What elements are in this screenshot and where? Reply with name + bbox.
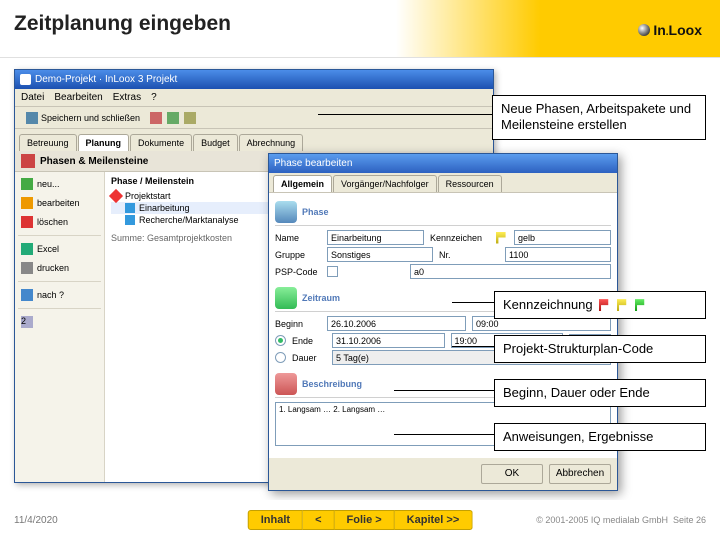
phase-icon bbox=[125, 203, 135, 213]
plus-icon bbox=[21, 178, 33, 190]
nav-folie[interactable]: Folie > bbox=[335, 510, 395, 530]
group-beschreibung: Beschreibung bbox=[302, 379, 362, 389]
tool-icon-3[interactable] bbox=[184, 112, 196, 124]
menu-edit[interactable]: Bearbeiten bbox=[54, 92, 102, 103]
cancel-button[interactable]: Abbrechen bbox=[549, 464, 611, 484]
milestone-icon bbox=[109, 189, 123, 203]
dauer-radio[interactable] bbox=[275, 352, 286, 363]
psp-input[interactable]: a0 bbox=[410, 264, 611, 279]
menu-help[interactable]: ? bbox=[151, 92, 157, 103]
nr-input[interactable]: 1100 bbox=[505, 247, 611, 262]
gruppe-select[interactable]: Sonstiges bbox=[327, 247, 433, 262]
new-button[interactable]: neu... bbox=[18, 176, 101, 192]
slide-title: Zeitplanung eingeben bbox=[0, 0, 720, 36]
flag-red-icon bbox=[599, 299, 611, 311]
print-button[interactable]: drucken bbox=[18, 260, 101, 276]
toolbar: Speichern und schließen bbox=[15, 107, 493, 129]
save-icon bbox=[26, 112, 38, 124]
side-actions: neu... bearbeiten löschen Excel drucken … bbox=[15, 172, 105, 482]
app-icon bbox=[20, 74, 31, 85]
label-dauer: Dauer bbox=[292, 353, 326, 363]
tab-strip: Betreuung Planung Dokumente Budget Abrec… bbox=[15, 129, 493, 151]
tab-ressourcen[interactable]: Ressourcen bbox=[438, 175, 502, 192]
menu-file[interactable]: Datei bbox=[21, 92, 44, 103]
leader-line bbox=[394, 390, 498, 391]
tool-icon-2[interactable] bbox=[167, 112, 179, 124]
beginn-date-input[interactable]: 26.10.2006 bbox=[327, 316, 466, 331]
tab-planung[interactable]: Planung bbox=[78, 134, 130, 151]
app-titlebar[interactable]: Demo-Projekt · InLoox 3 Projekt bbox=[15, 70, 493, 89]
num-icon: 2 bbox=[21, 316, 33, 328]
logo: In.Loox bbox=[638, 22, 702, 38]
logo-dot-icon bbox=[638, 24, 650, 36]
callout-new: Neue Phasen, Arbeitspakete und Meilenste… bbox=[492, 95, 706, 140]
zeitraum-group-icon bbox=[275, 287, 297, 309]
excel-icon bbox=[21, 243, 33, 255]
nav-prev[interactable]: < bbox=[303, 510, 334, 530]
pencil-icon bbox=[21, 197, 33, 209]
footer-copyright: © 2001-2005 IQ medialab GmbH Seite 26 bbox=[536, 515, 706, 525]
label-psp: PSP-Code bbox=[275, 267, 321, 277]
ende-radio[interactable] bbox=[275, 335, 286, 346]
callout-anweisungen: Anweisungen, Ergebnisse bbox=[494, 423, 706, 451]
pref-button[interactable]: nach ? bbox=[18, 287, 101, 303]
flag-icon bbox=[496, 232, 508, 244]
kennzeichen-select[interactable]: gelb bbox=[514, 230, 611, 245]
callout-psp: Projekt-Strukturplan-Code bbox=[494, 335, 706, 363]
save-close-button[interactable]: Speichern und schließen bbox=[21, 110, 145, 126]
tab-allgemein[interactable]: Allgemein bbox=[273, 175, 332, 192]
phase-group-icon bbox=[275, 201, 297, 223]
menu-extras[interactable]: Extras bbox=[113, 92, 141, 103]
label-beginn: Beginn bbox=[275, 319, 321, 329]
leader-line bbox=[452, 302, 498, 303]
tab-vorgaenger[interactable]: Vorgänger/Nachfolger bbox=[333, 175, 437, 192]
edit-button[interactable]: bearbeiten bbox=[18, 195, 101, 211]
group-zeitraum: Zeitraum bbox=[302, 293, 340, 303]
flag-green-icon bbox=[635, 299, 647, 311]
label-name: Name bbox=[275, 233, 321, 243]
tab-dokumente[interactable]: Dokumente bbox=[130, 134, 192, 151]
footer-date: 11/4/2020 bbox=[14, 515, 58, 526]
group-phase: Phase bbox=[302, 207, 329, 217]
name-input[interactable]: Einarbeitung bbox=[327, 230, 424, 245]
leader-line bbox=[452, 346, 498, 347]
leader-line bbox=[318, 114, 498, 115]
beschreibung-group-icon bbox=[275, 373, 297, 395]
dialog-titlebar[interactable]: Phase bearbeiten bbox=[269, 154, 617, 173]
leader-line bbox=[394, 434, 498, 435]
dialog-tabs: Allgemein Vorgänger/Nachfolger Ressource… bbox=[269, 173, 617, 193]
flag-yellow-icon bbox=[617, 299, 629, 311]
psp-checkbox[interactable] bbox=[327, 266, 338, 277]
tab-betreuung[interactable]: Betreuung bbox=[19, 134, 77, 151]
ok-button[interactable]: OK bbox=[481, 464, 543, 484]
app-title: Demo-Projekt · InLoox 3 Projekt bbox=[35, 74, 177, 85]
print-icon bbox=[21, 262, 33, 274]
tab-abrechnung[interactable]: Abrechnung bbox=[239, 134, 304, 151]
tool-icon-1[interactable] bbox=[150, 112, 162, 124]
nav-inhalt[interactable]: Inhalt bbox=[248, 510, 303, 530]
menubar: Datei Bearbeiten Extras ? bbox=[15, 89, 493, 107]
excel-button[interactable]: Excel bbox=[18, 241, 101, 257]
ende-date-input[interactable]: 31.10.2006 bbox=[332, 333, 445, 348]
arrow-icon bbox=[21, 289, 33, 301]
delete-button[interactable]: löschen bbox=[18, 214, 101, 230]
callout-beginn: Beginn, Dauer oder Ende bbox=[494, 379, 706, 407]
phase-icon bbox=[125, 215, 135, 225]
callout-kennzeichnung: Kennzeichnung bbox=[494, 291, 706, 319]
label-kennzeichen: Kennzeichen bbox=[430, 233, 490, 243]
dialog-title: Phase bearbeiten bbox=[274, 158, 352, 169]
label-gruppe: Gruppe bbox=[275, 250, 321, 260]
label-ende: Ende bbox=[292, 336, 326, 346]
delete-icon bbox=[21, 216, 33, 228]
tab-budget[interactable]: Budget bbox=[193, 134, 238, 151]
calendar-icon bbox=[21, 154, 35, 168]
nav-kapitel[interactable]: Kapitel >> bbox=[395, 510, 473, 530]
label-nr: Nr. bbox=[439, 250, 499, 260]
spinner[interactable]: 2 bbox=[18, 314, 101, 330]
logo-text: In.Loox bbox=[653, 22, 702, 38]
footer-nav: Inhalt < Folie > Kapitel >> bbox=[248, 510, 473, 530]
